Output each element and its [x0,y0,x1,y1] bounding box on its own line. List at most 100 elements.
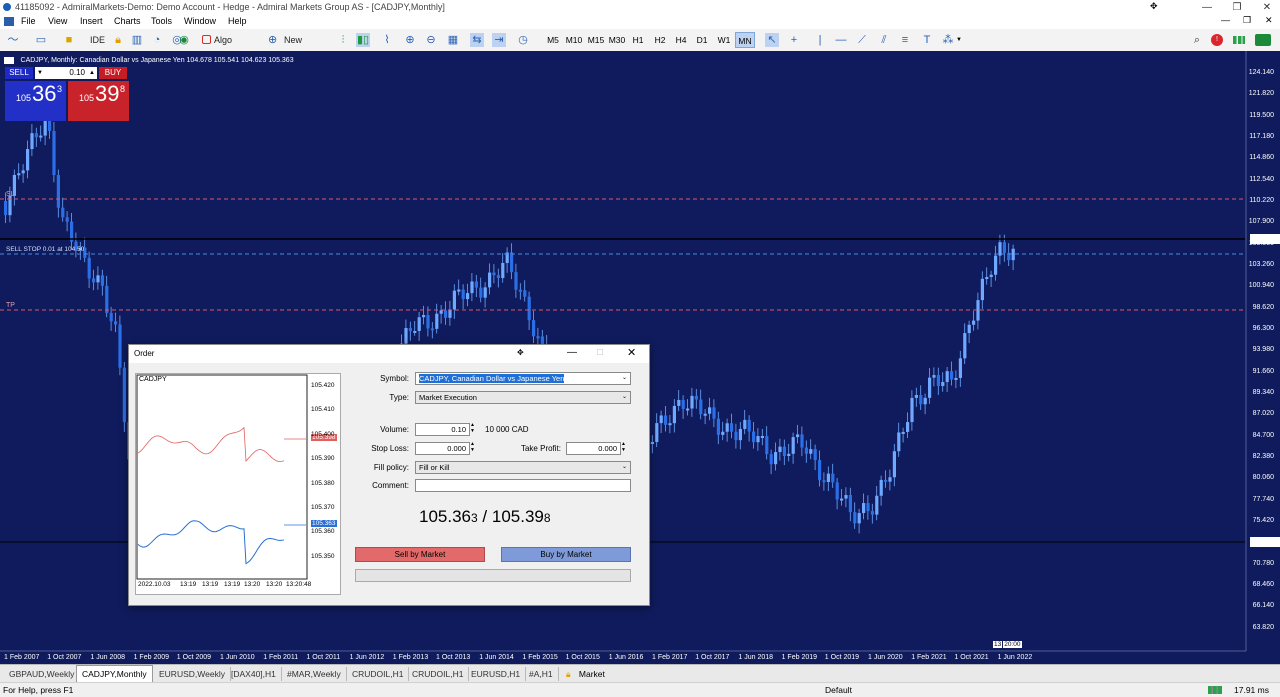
autoscroll-icon[interactable]: ⇆ [470,33,484,47]
candle [712,407,716,419]
tab-gbpaud-weekly[interactable]: GBPAUD,Weekly [4,667,81,681]
search-icon[interactable]: ⌕ [1190,33,1204,47]
menu-view[interactable]: View [48,16,67,26]
order-minimize-button[interactable]: — [567,347,577,358]
tab-crudoil-h1-2[interactable]: CRUDOIL,H1 [407,667,470,681]
ide-button[interactable]: IDE [90,32,105,48]
algo-trading-button[interactable]: Algo Trading [198,32,262,61]
bar-chart-icon[interactable]: ⫶ [336,33,350,47]
take-profit-stepper-icon[interactable]: ▲ ▼ [621,441,626,453]
tab-eurusd-weekly[interactable]: EURUSD,Weekly [154,667,231,681]
close-button[interactable]: ✕ [1252,0,1280,15]
indicators-icon[interactable]: 〜 [6,33,20,47]
vertical-line-icon[interactable]: | [813,33,827,47]
channel-icon[interactable]: ⫽ [877,33,891,47]
shapes-icon[interactable]: ⁂ [941,33,955,47]
menu-charts[interactable]: Charts [114,16,141,26]
tf-m30[interactable]: M30 [607,32,627,48]
period-icon[interactable]: ◷ [516,33,530,47]
tf-h1[interactable]: H1 [628,32,648,48]
volume-input[interactable]: 0.10 [415,423,470,436]
panel-buy-price[interactable]: 105 39 8 [68,81,129,121]
signal-bars-icon[interactable] [1233,36,1245,44]
notifications-icon[interactable]: ! [1211,34,1223,46]
new-chart-icon[interactable]: ■ [62,33,76,47]
minimize-button[interactable]: — [1192,0,1222,15]
volume-down-button[interactable]: ▼ [35,67,45,79]
symbol-value: CADJPY, Canadian Dollar vs Japanese Yen [419,374,565,383]
tf-d1[interactable]: D1 [692,32,712,48]
panel-buy-button[interactable]: BUY [99,67,127,79]
restore-button[interactable]: ❐ [1222,0,1252,15]
signals-icon[interactable]: ▥ [130,33,144,47]
fill-policy-select[interactable]: Fill or Kill ⌄ [415,461,631,474]
panel-sell-button[interactable]: SELL [5,67,33,79]
order-titlebar[interactable]: Order — □ ✕ ✥ [129,345,649,363]
lock-icon[interactable]: 🔒︎ [111,33,125,47]
tab-cadjpy-monthly[interactable]: CADJPY,Monthly [76,665,153,683]
tf-mn[interactable]: MN [735,32,755,48]
tab-crudoil-h1-1[interactable]: CRUDOIL,H1 [347,667,410,681]
volume-stepper-icon[interactable]: ▲ ▼ [470,422,475,434]
symbol-select[interactable]: CADJPY, Canadian Dollar vs Japanese Yen … [415,372,631,385]
chart-header-text: CADJPY, Monthly: Canadian Dollar vs Japa… [20,57,294,65]
panel-volume-input[interactable]: 0.10 [45,67,87,79]
trendline-icon[interactable]: ⟋ [855,33,869,47]
sell-stop-label[interactable]: SELL STOP 0.01 at 104.50 [6,246,84,253]
bid-price-tag [1250,234,1280,244]
menu-window[interactable]: Window [184,16,216,26]
menu-file[interactable]: File [21,16,36,26]
stop-loss-stepper-icon[interactable]: ▲ ▼ [470,441,475,453]
order-close-button[interactable]: ✕ [627,346,636,359]
tf-h2[interactable]: H2 [650,32,670,48]
line-chart-icon[interactable]: ⌇ [380,33,394,47]
cursor-tool-icon[interactable]: ↖ [765,33,779,47]
comment-input[interactable] [415,479,631,492]
candle [703,413,707,416]
chart-window-icon[interactable] [4,17,14,26]
chart-shift-icon[interactable]: ⇥ [492,33,506,47]
tf-m15[interactable]: M15 [586,32,606,48]
text-icon[interactable]: T [920,33,934,47]
panel-sell-price[interactable]: 105 36 3 [5,81,66,121]
tf-w1[interactable]: W1 [714,32,734,48]
templates-icon[interactable]: ▭ [34,33,48,47]
crosshair-icon[interactable]: + [787,33,801,47]
tab-eurusd-h1[interactable]: EURUSD,H1 [466,667,527,681]
tab-dax40-h1[interactable]: [DAX40],H1 [226,667,282,681]
type-select[interactable]: Market Execution ⌄ [415,391,631,404]
menu-help[interactable]: Help [228,16,247,26]
inner-close-button[interactable]: ✕ [1265,15,1273,26]
buy-by-market-button[interactable]: Buy by Market [501,547,631,562]
order-maximize-button[interactable]: □ [597,347,603,358]
community-icon[interactable]: ◉ [177,33,191,47]
price-axis[interactable]: 124.140 121.820 119.500 117.180 114.860 112.5… [1247,51,1280,651]
inner-minimize-button[interactable]: — [1221,15,1230,25]
tf-h4[interactable]: H4 [671,32,691,48]
zoom-out-icon[interactable]: ⊖ [424,33,438,47]
tf-m5[interactable]: M5 [543,32,563,48]
grid-icon[interactable]: ▦ [446,33,460,47]
menu-tools[interactable]: Tools [151,16,172,26]
new-order-button[interactable]: ⊕ New Order [268,32,326,61]
tab-mar-weekly[interactable]: #MAR,Weekly [282,667,347,681]
tab-a-h1[interactable]: #A,H1 [524,667,559,681]
sell-by-market-button[interactable]: Sell by Market [355,547,485,562]
candle [760,435,764,438]
market-icon[interactable]: ◔ [150,33,164,47]
menu-insert[interactable]: Insert [80,16,103,26]
status-profile[interactable]: Default [825,685,852,695]
market-tab[interactable]: 🔒︎ Market [566,667,605,681]
horizontal-line-icon[interactable]: — [834,33,848,47]
volume-up-button[interactable]: ▲ [87,67,97,79]
zoom-in-icon[interactable]: ⊕ [403,33,417,47]
shapes-dropdown-icon[interactable]: ▼ [956,37,962,43]
account-icon[interactable] [1255,34,1271,46]
stop-loss-input[interactable]: 0.000 [415,442,470,455]
tf-m10[interactable]: M10 [564,32,584,48]
bid-last: 3 [471,511,478,525]
candles-icon[interactable]: ▮▯ [356,33,370,47]
take-profit-input[interactable]: 0.000 [566,442,621,455]
inner-restore-button[interactable]: ❐ [1243,15,1251,26]
fibonacci-icon[interactable]: ≡ [898,33,912,47]
